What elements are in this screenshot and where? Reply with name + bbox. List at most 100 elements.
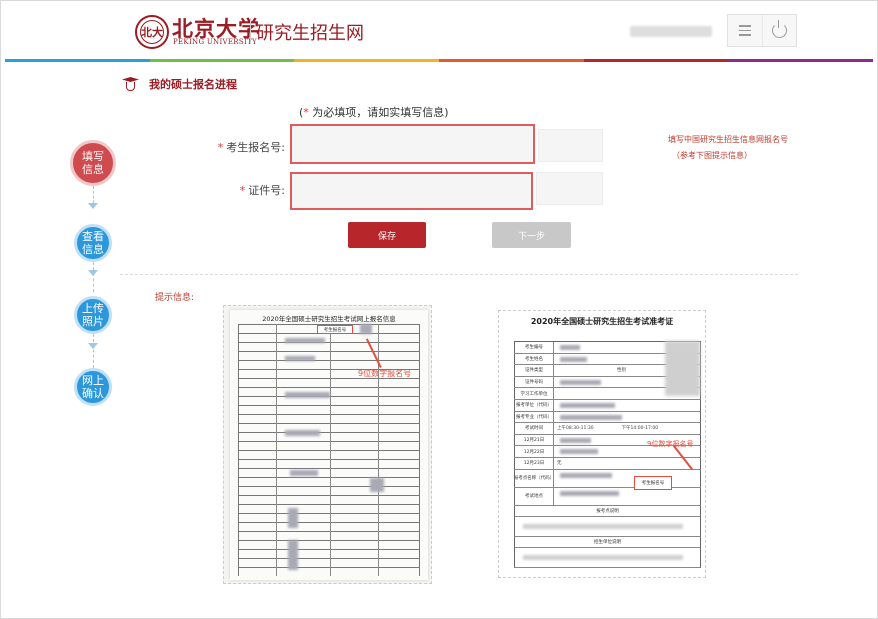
ticket-row-value [554, 487, 701, 505]
registration-number-input[interactable] [292, 126, 533, 162]
next-step-button[interactable]: 下一步 [492, 222, 571, 248]
example2-highlight-box: 考生报名号 [634, 476, 672, 490]
blurred-value [560, 414, 622, 420]
header-color-bar [5, 59, 874, 62]
site-title[interactable]: 研究生招生网 [256, 19, 364, 45]
note-text: 为必填项，请如实填写信息) [308, 106, 449, 119]
step-label-line1: 上传 [82, 302, 104, 315]
blurred-value [288, 540, 298, 570]
university-name-en: PEKING UNIVERSITY [173, 38, 257, 46]
ticket-row-label: 12月23日 [514, 457, 554, 469]
step-label-line2: 照片 [82, 315, 104, 328]
save-button[interactable]: 保存 [348, 222, 426, 248]
ticket-row: 报考点名称（代码） [514, 469, 701, 488]
color-bar-segment [583, 59, 729, 62]
form-grid-vline [276, 324, 277, 576]
step-label-line2: 确认 [82, 387, 104, 400]
step-arrow-icon [88, 203, 98, 209]
blurred-value [288, 508, 298, 528]
field-label-registration-number: * 考生报名号: [217, 141, 285, 154]
step-arrow-icon [88, 343, 98, 349]
field-label-id-number: * 证件号: [239, 184, 285, 197]
blurred-value [560, 437, 591, 443]
color-bar-segment [5, 59, 150, 62]
step-connector [93, 334, 94, 368]
ticket-none-value: 无 [557, 461, 562, 467]
page-frame [0, 0, 878, 619]
blurred-value [290, 470, 318, 476]
example1-title: 2020年全国硕士研究生招生考试网上报名信息 [262, 315, 396, 323]
blurred-value [285, 392, 330, 398]
ticket-row-label: 考生编号 [514, 342, 554, 353]
example-registration-form-image: 2020年全国硕士研究生招生考试网上报名信息 考生报名号 9位数字报名号 [223, 305, 432, 584]
ticket-row-label: 考试地点 [514, 487, 554, 505]
blurred-value [523, 554, 683, 560]
blurred-value [560, 379, 601, 385]
step-label-line1: 网上 [82, 374, 104, 387]
ticket-row: 报考专业（代码） [514, 411, 701, 424]
form-paper: 2020年全国硕士研究生招生考试网上报名信息 考生报名号 9位数字报名号 [230, 310, 428, 580]
step-upload-photo[interactable]: 上传 照片 [74, 296, 112, 334]
blurred-value [560, 449, 598, 455]
ticket-row-label: 考生姓名 [514, 353, 554, 365]
logout-button[interactable] [761, 15, 797, 46]
ticket-row-label: 学习工作单位 [514, 388, 554, 399]
step-view-info[interactable]: 查看 信息 [74, 224, 112, 262]
example1-highlight-box: 考生报名号 [317, 325, 353, 334]
site-header: 北大 北京大学 PEKING UNIVERSITY 研究生招生网 [0, 0, 878, 60]
section-divider [120, 274, 798, 275]
blurred-value [285, 356, 315, 361]
example2-title: 2020年全国硕士研究生招生考试准考证 [530, 317, 674, 326]
seal-text: 北大 [140, 20, 164, 44]
blurred-value [360, 324, 372, 334]
ticket-row-value: 无 [554, 457, 701, 469]
logo-divider [250, 18, 251, 44]
step-online-confirm[interactable]: 网上 确认 [74, 368, 112, 406]
menu-icon [738, 22, 751, 39]
ticket-row-value: 上午08:30-11:30 下午14:00-17:00 [554, 423, 701, 434]
ticket-row: 考试地点 [514, 487, 701, 506]
blurred-photo [665, 341, 700, 396]
graduation-cap-icon [122, 76, 139, 92]
page-title: 我的硕士报名进程 [149, 78, 237, 91]
form-grid-vline [330, 324, 331, 576]
id-number-field-wrap [290, 172, 533, 210]
ticket-section-body [514, 547, 701, 568]
ticket-section-heading: 报考点说明 [514, 505, 701, 517]
step-label-line1: 查看 [82, 230, 104, 243]
ticket-pm-time: 下午14:00-17:00 [621, 426, 659, 432]
blurred-value [560, 490, 619, 496]
blurred-value [560, 356, 587, 362]
blurred-username [630, 26, 712, 37]
ticket-am-time: 上午08:30-11:30 [557, 426, 594, 432]
tips-label: 提示信息: [155, 293, 195, 303]
header-actions [727, 14, 797, 47]
blurred-value [560, 472, 612, 478]
example1-callout: 9位数字报名号 [358, 369, 412, 378]
step-fill-info[interactable]: 填写 信息 [70, 140, 116, 186]
example2-callout: 9位数字报名号 [647, 440, 694, 448]
ticket-row-label: 报考单位（代码） [514, 399, 554, 411]
id-number-aux [536, 172, 603, 205]
ticket-row-value [554, 411, 701, 423]
ticket-row-label: 证件类型 [514, 365, 554, 376]
color-bar-segment [149, 59, 295, 62]
color-bar-segment [439, 59, 584, 62]
color-bar-segment [728, 59, 874, 62]
ticket-row: 报考单位（代码） [514, 399, 701, 412]
university-seal-logo[interactable]: 北大 [135, 15, 169, 49]
ticket-section-body [514, 516, 701, 537]
menu-button[interactable] [728, 15, 762, 46]
blurred-value [285, 338, 325, 343]
form-grid-lines [238, 324, 420, 576]
ticket-row-label: 报考点名称（代码） [514, 469, 554, 487]
color-bar-segment [294, 59, 440, 62]
registration-number-aux [538, 129, 603, 162]
ticket-row-label: 报考专业（代码） [514, 411, 554, 423]
page-heading: 我的硕士报名进程 [122, 76, 237, 92]
ticket-row-value [554, 399, 701, 411]
registration-number-field-wrap [290, 124, 535, 164]
id-number-input[interactable] [292, 174, 531, 208]
blurred-value [560, 345, 580, 350]
required-note: (* 为必填项，请如实填写信息) [299, 104, 449, 120]
